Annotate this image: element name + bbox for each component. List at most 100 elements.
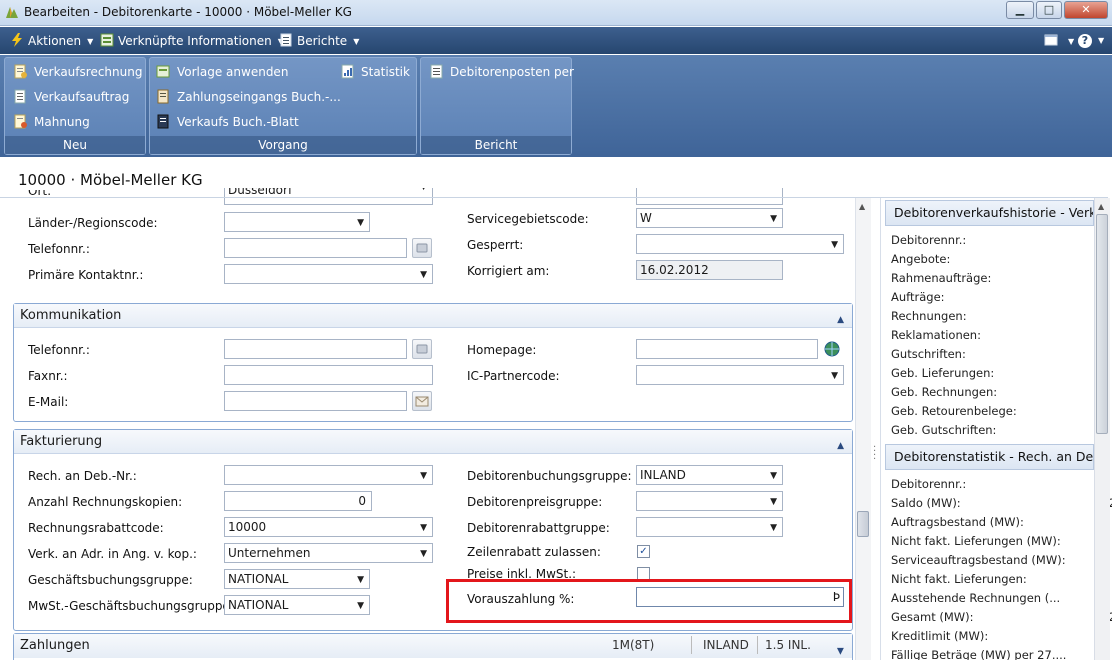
scroll-up-icon[interactable]: ▲ [1098,202,1104,211]
sales-journal-button[interactable]: Verkaufs Buch.-Blatt [156,114,299,129]
statistics-row: Debitorennr.: [881,475,1112,494]
scroll-up-icon[interactable]: ▲ [859,202,865,211]
chevron-down-icon: ▼ [1098,36,1105,45]
country-code-field[interactable]: ▼ [224,212,370,232]
sales-history-header[interactable]: Debitorenverkaufshistorie - Verk... [885,200,1094,226]
copy-sell-to-field[interactable]: Unternehmen ▼ [224,543,433,563]
fax-label: Faxnr.: [28,369,68,383]
statistics-row-label: Fällige Beträge (MW) per 27.... [891,648,1067,660]
menu-related-info[interactable]: Verknüpfte Informationen▼ [100,33,284,48]
help-icon: ? [1078,34,1092,48]
blocked-label: Gesperrt: [467,238,524,252]
gen-bus-posting-label: Geschäftsbuchungsgruppe: [28,573,193,587]
ribbon-group-process: Vorlage anwenden Zahlungseingangs Buch.-… [149,57,417,155]
chevron-up-icon[interactable]: ▲ [837,309,844,332]
chevron-down-icon[interactable]: ▲ [837,639,844,660]
statistics-button[interactable]: Statistik [340,64,410,79]
service-zone-label: Servicegebietscode: [467,212,589,226]
customer-disc-group-field[interactable]: ▼ [636,517,783,537]
document-icon [14,89,26,104]
page-title: 10000 · Möbel-Meller KG [18,171,203,189]
chevron-down-icon: ▼ [357,601,364,611]
service-zone-field[interactable]: W ▼ [636,208,783,228]
sales-history-row-label: Geb. Gutschriften: [891,423,997,437]
blocked-field[interactable]: ▼ [636,234,844,254]
sales-invoice-label: Verkaufsrechnung [34,65,143,79]
sales-history-row: Geb. Lieferungen: [881,364,1112,383]
chevron-down-icon: ▼ [831,371,838,381]
phone-call-button[interactable] [412,238,432,258]
close-button[interactable]: ✕ [1064,1,1108,19]
statistics-row: Fällige Beträge (MW) per 27.... [881,646,1112,660]
customer-posting-group-field[interactable]: INLAND ▼ [636,465,783,485]
email-field[interactable] [224,391,407,411]
country-code-label: Länder-/Regionscode: [28,216,158,230]
report-icon [280,33,292,47]
chevron-down-icon: ▼ [420,523,427,533]
summary-divider [691,636,692,654]
cash-receipt-journal-button[interactable]: Zahlungseingangs Buch.-... [156,89,341,104]
sales-invoice-button[interactable]: Verkaufsrechnung [13,64,142,79]
invoice-disc-code-label: Rechnungsrabattcode: [28,521,164,535]
statistics-header[interactable]: Debitorenstatistik - Rech. an Deb... [885,444,1094,470]
section-communication-header[interactable]: Kommunikation ▲ [14,304,852,328]
contact-no-label: Primäre Kontaktnr.: [28,268,144,282]
sales-history-row: Aufträge: [881,288,1112,307]
invoice-disc-code-field[interactable]: 10000 ▼ [224,517,433,537]
sales-history-row-label: Angebote: [891,252,951,266]
apply-template-button[interactable]: Vorlage anwenden [156,64,288,79]
statistics-row: Nicht fakt. Lieferungen (MW): [881,532,1112,551]
statistics-row-label: Gesamt (MW): [891,610,974,624]
sales-history-row-label: Reklamationen: [891,328,981,342]
contact-no-field[interactable]: ▼ [224,264,433,284]
title-divider [0,197,860,198]
comm-phone-call-button[interactable] [412,339,432,359]
invoice-copies-field[interactable]: 0 [224,491,372,511]
factbox-scrollbar-thumb[interactable] [1096,214,1108,434]
menu-bar: Aktionen▼ Verknüpfte Informationen▼ Beri… [0,27,1112,54]
main-scrollbar[interactable] [855,198,871,660]
comm-phone-label: Telefonnr.: [28,343,90,357]
statistics-row-label: Ausstehende Rechnungen (... [891,591,1061,605]
section-communication: Kommunikation ▲ [13,303,853,422]
section-invoicing-header[interactable]: Fakturierung ▲ [14,430,852,454]
chevron-down-icon: ▼ [1068,37,1075,46]
gen-bus-posting-field[interactable]: NATIONAL ▼ [224,569,370,589]
sales-history-row: Geb. Gutschriften: [881,421,1112,440]
main-scrollbar-thumb[interactable] [857,511,869,537]
chevron-down-icon: ▼ [353,37,360,46]
splitter-handle[interactable]: · · · · [873,443,877,465]
allow-line-disc-checkbox[interactable]: ✓ [637,545,650,558]
chevron-down-icon: ▼ [87,37,94,46]
bill-to-field[interactable]: ▼ [224,465,433,485]
layout-button[interactable]: ▼ [1044,33,1074,48]
minimize-button[interactable]: ▁ [1006,1,1034,19]
reminder-button[interactable]: Mahnung [13,114,90,129]
payments-summary-method: 1.5 INL. [765,638,811,652]
sales-history-row-label: Gutschriften: [891,347,966,361]
menu-reports[interactable]: Berichte ▼ [279,33,359,48]
chevron-up-icon[interactable]: ▲ [837,435,844,458]
copy-sell-to-value: Unternehmen [228,546,311,560]
ic-partner-field[interactable]: ▼ [636,365,844,385]
window-layout-icon [1044,34,1058,46]
vat-bus-posting-field[interactable]: NATIONAL ▼ [224,595,370,615]
sales-order-button[interactable]: Verkaufsauftrag [13,89,129,104]
menu-actions[interactable]: Aktionen ▼ [10,33,93,48]
homepage-field[interactable] [636,339,818,359]
customer-entries-report-button[interactable]: Debitorenposten per [429,64,574,79]
title-bar: Bearbeiten - Debitorenkarte - 10000 · Mö… [0,0,1112,26]
help-button[interactable]: ? ▼ [1078,33,1104,48]
statistics-row-label: Nicht fakt. Lieferungen (MW): [891,534,1061,548]
fax-field[interactable] [224,365,433,385]
sales-history-row: Rahmenaufträge: [881,269,1112,288]
phone-field[interactable] [224,238,407,258]
send-email-button[interactable] [412,391,432,411]
open-homepage-button[interactable] [823,340,843,360]
comm-phone-field[interactable] [224,339,407,359]
chevron-down-icon: ▼ [420,549,427,559]
invoice-copies-value: 0 [358,494,366,508]
customer-price-group-field[interactable]: ▼ [636,491,783,511]
maximize-button[interactable]: □ [1036,1,1062,19]
copy-sell-to-label: Verk. an Adr. in Ang. v. kop.: [28,547,197,561]
